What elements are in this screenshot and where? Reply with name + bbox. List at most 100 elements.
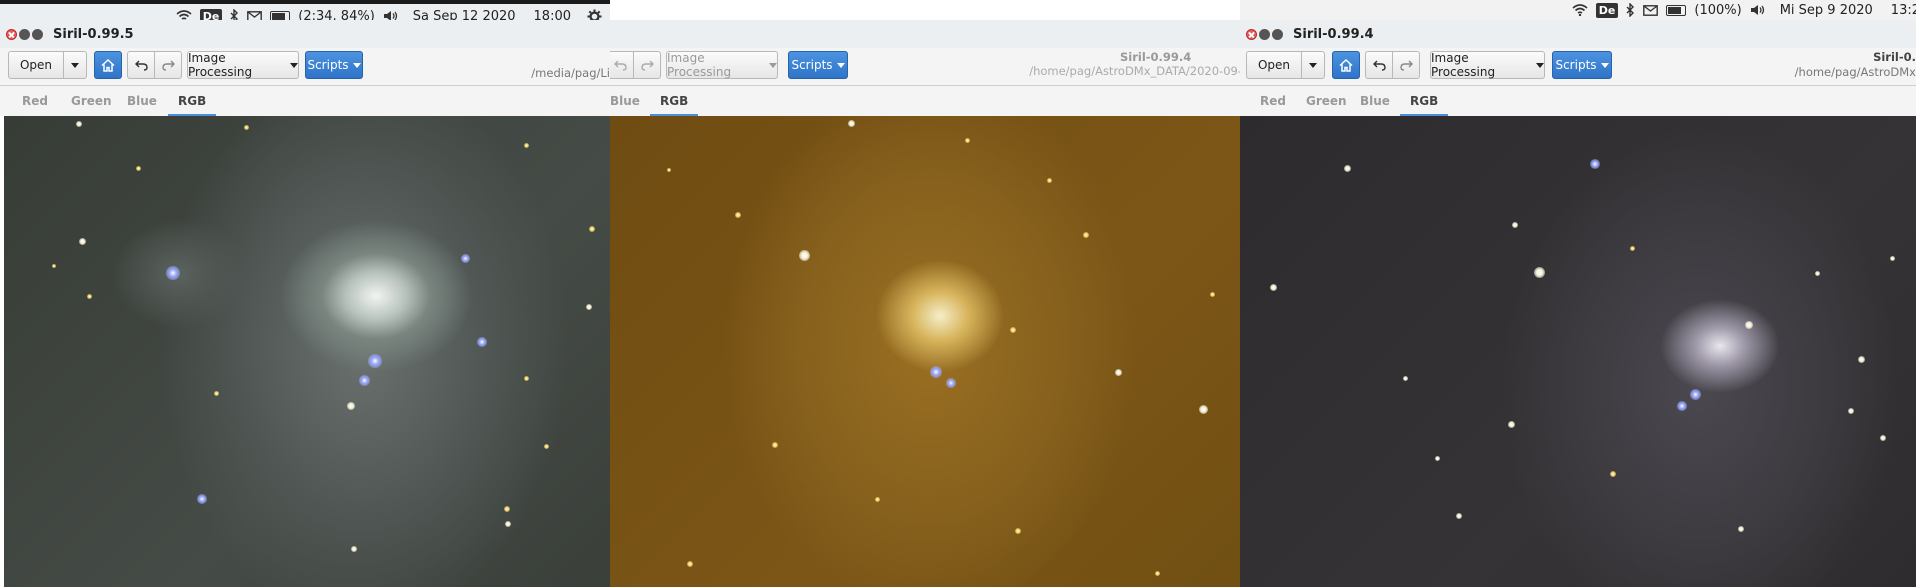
open-button[interactable]: Open (1246, 51, 1302, 79)
image-processing-label: Image Processing (667, 51, 732, 79)
scripts-menu-button[interactable]: Scripts (1552, 51, 1612, 79)
volume-icon[interactable] (1750, 4, 1766, 16)
star (586, 304, 592, 310)
window-title-bar[interactable] (610, 20, 1240, 48)
maximize-window-icon[interactable] (1272, 28, 1283, 40)
image-processing-menu-button[interactable]: Image Processing (666, 51, 778, 79)
tab-green[interactable]: Green (71, 94, 112, 108)
star (347, 402, 355, 410)
home-icon (101, 58, 115, 72)
redo-button[interactable] (633, 51, 661, 79)
astro-image-canvas[interactable] (610, 116, 1240, 587)
star (1890, 256, 1895, 261)
keyboard-layout-indicator[interactable]: De (1595, 2, 1619, 18)
image-processing-menu-button[interactable]: Image Processing (1430, 51, 1545, 79)
star (87, 294, 92, 299)
current-directory-path: /home/pag/AstroDMx_DATA/2020-09- (1029, 64, 1240, 78)
astro-image-canvas[interactable] (1240, 116, 1916, 587)
star (244, 125, 249, 130)
star (589, 226, 595, 232)
chevron-down-icon (290, 62, 298, 68)
undo-icon (134, 60, 148, 71)
minimize-window-icon[interactable] (1259, 28, 1270, 40)
mail-icon[interactable] (1643, 4, 1659, 16)
bluetooth-icon[interactable] (1626, 3, 1635, 17)
undo-icon (613, 60, 627, 71)
battery-status[interactable]: (100%) (1694, 3, 1741, 18)
star (1512, 222, 1518, 228)
star (544, 444, 549, 449)
star (1155, 571, 1160, 576)
window-title: Siril-0.99.4 (1120, 50, 1192, 64)
undo-button[interactable] (610, 51, 634, 79)
star (799, 250, 810, 261)
window-title-bar[interactable]: Siril-0.99.4 (1240, 20, 1916, 48)
star (524, 376, 529, 381)
star (667, 168, 671, 172)
star (351, 546, 357, 552)
maximize-window-icon[interactable] (32, 28, 43, 40)
star (1738, 526, 1744, 532)
siril-window-3: De (100%) Mi Sep 9 2020 13:2 Siril-0.99.… (1240, 0, 1916, 587)
star (1880, 435, 1886, 441)
redo-icon (640, 60, 654, 71)
tab-blue[interactable]: Blue (610, 94, 640, 108)
close-window-icon[interactable] (6, 28, 17, 40)
star (505, 521, 511, 527)
tab-red[interactable]: Red (1260, 94, 1286, 108)
open-recent-dropdown-button[interactable] (1301, 51, 1325, 79)
chevron-down-icon (71, 62, 79, 68)
undo-button[interactable] (127, 51, 155, 79)
tab-rgb[interactable]: RGB (167, 94, 217, 116)
star (1848, 408, 1854, 414)
star (1047, 178, 1052, 183)
redo-button[interactable] (154, 51, 182, 79)
star (1610, 471, 1616, 477)
star (875, 497, 880, 502)
star (1270, 284, 1277, 291)
scripts-menu-button[interactable]: Scripts (788, 51, 848, 79)
battery-icon[interactable] (1666, 4, 1687, 16)
scripts-label: Scripts (791, 58, 833, 72)
star (368, 354, 382, 368)
main-toolbar: Open Image Processing Scripts /media/pag… (0, 48, 610, 86)
chevron-down-icon (1309, 62, 1317, 68)
tab-rgb[interactable]: RGB (649, 94, 699, 116)
undo-button[interactable] (1365, 51, 1393, 79)
tab-rgb[interactable]: RGB (1399, 94, 1449, 116)
current-directory-path: /media/pag/Li (531, 66, 610, 80)
chevron-down-icon (1600, 62, 1609, 68)
star (1199, 405, 1208, 414)
star (136, 166, 141, 171)
star (461, 254, 470, 263)
scripts-menu-button[interactable]: Scripts (305, 51, 363, 79)
star (1015, 528, 1021, 534)
star (1403, 376, 1408, 381)
star (359, 375, 370, 386)
tab-blue[interactable]: Blue (127, 94, 157, 108)
star (1690, 389, 1701, 400)
image-processing-menu-button[interactable]: Image Processing (187, 51, 299, 79)
close-window-icon[interactable] (1246, 28, 1257, 40)
home-icon (1339, 58, 1353, 72)
redo-icon (161, 60, 175, 71)
minimize-window-icon[interactable] (19, 28, 30, 40)
clock-time[interactable]: 13:2 (1891, 3, 1916, 18)
star (1344, 165, 1351, 172)
home-button[interactable] (1332, 51, 1360, 79)
window-title: Siril-0.99.4 (1293, 26, 1374, 42)
siril-window-1: De (2:34, 84%) Sa Sep 12 2020 18:00 Siri… (0, 0, 610, 587)
clock-date[interactable]: Mi Sep 9 2020 (1780, 3, 1873, 18)
star (1677, 401, 1687, 411)
window-title-bar[interactable]: Siril-0.99.5 (0, 20, 610, 48)
tab-blue[interactable]: Blue (1360, 94, 1390, 108)
wifi-icon[interactable] (1572, 4, 1588, 16)
open-button[interactable]: Open (8, 51, 64, 79)
astro-image-canvas[interactable] (4, 116, 610, 587)
open-recent-dropdown-button[interactable] (63, 51, 87, 79)
home-button[interactable] (94, 51, 122, 79)
tab-red[interactable]: Red (22, 94, 48, 108)
tab-green[interactable]: Green (1306, 94, 1347, 108)
redo-button[interactable] (1392, 51, 1420, 79)
channel-tabs: Red Green Blue RGB (0, 86, 610, 116)
